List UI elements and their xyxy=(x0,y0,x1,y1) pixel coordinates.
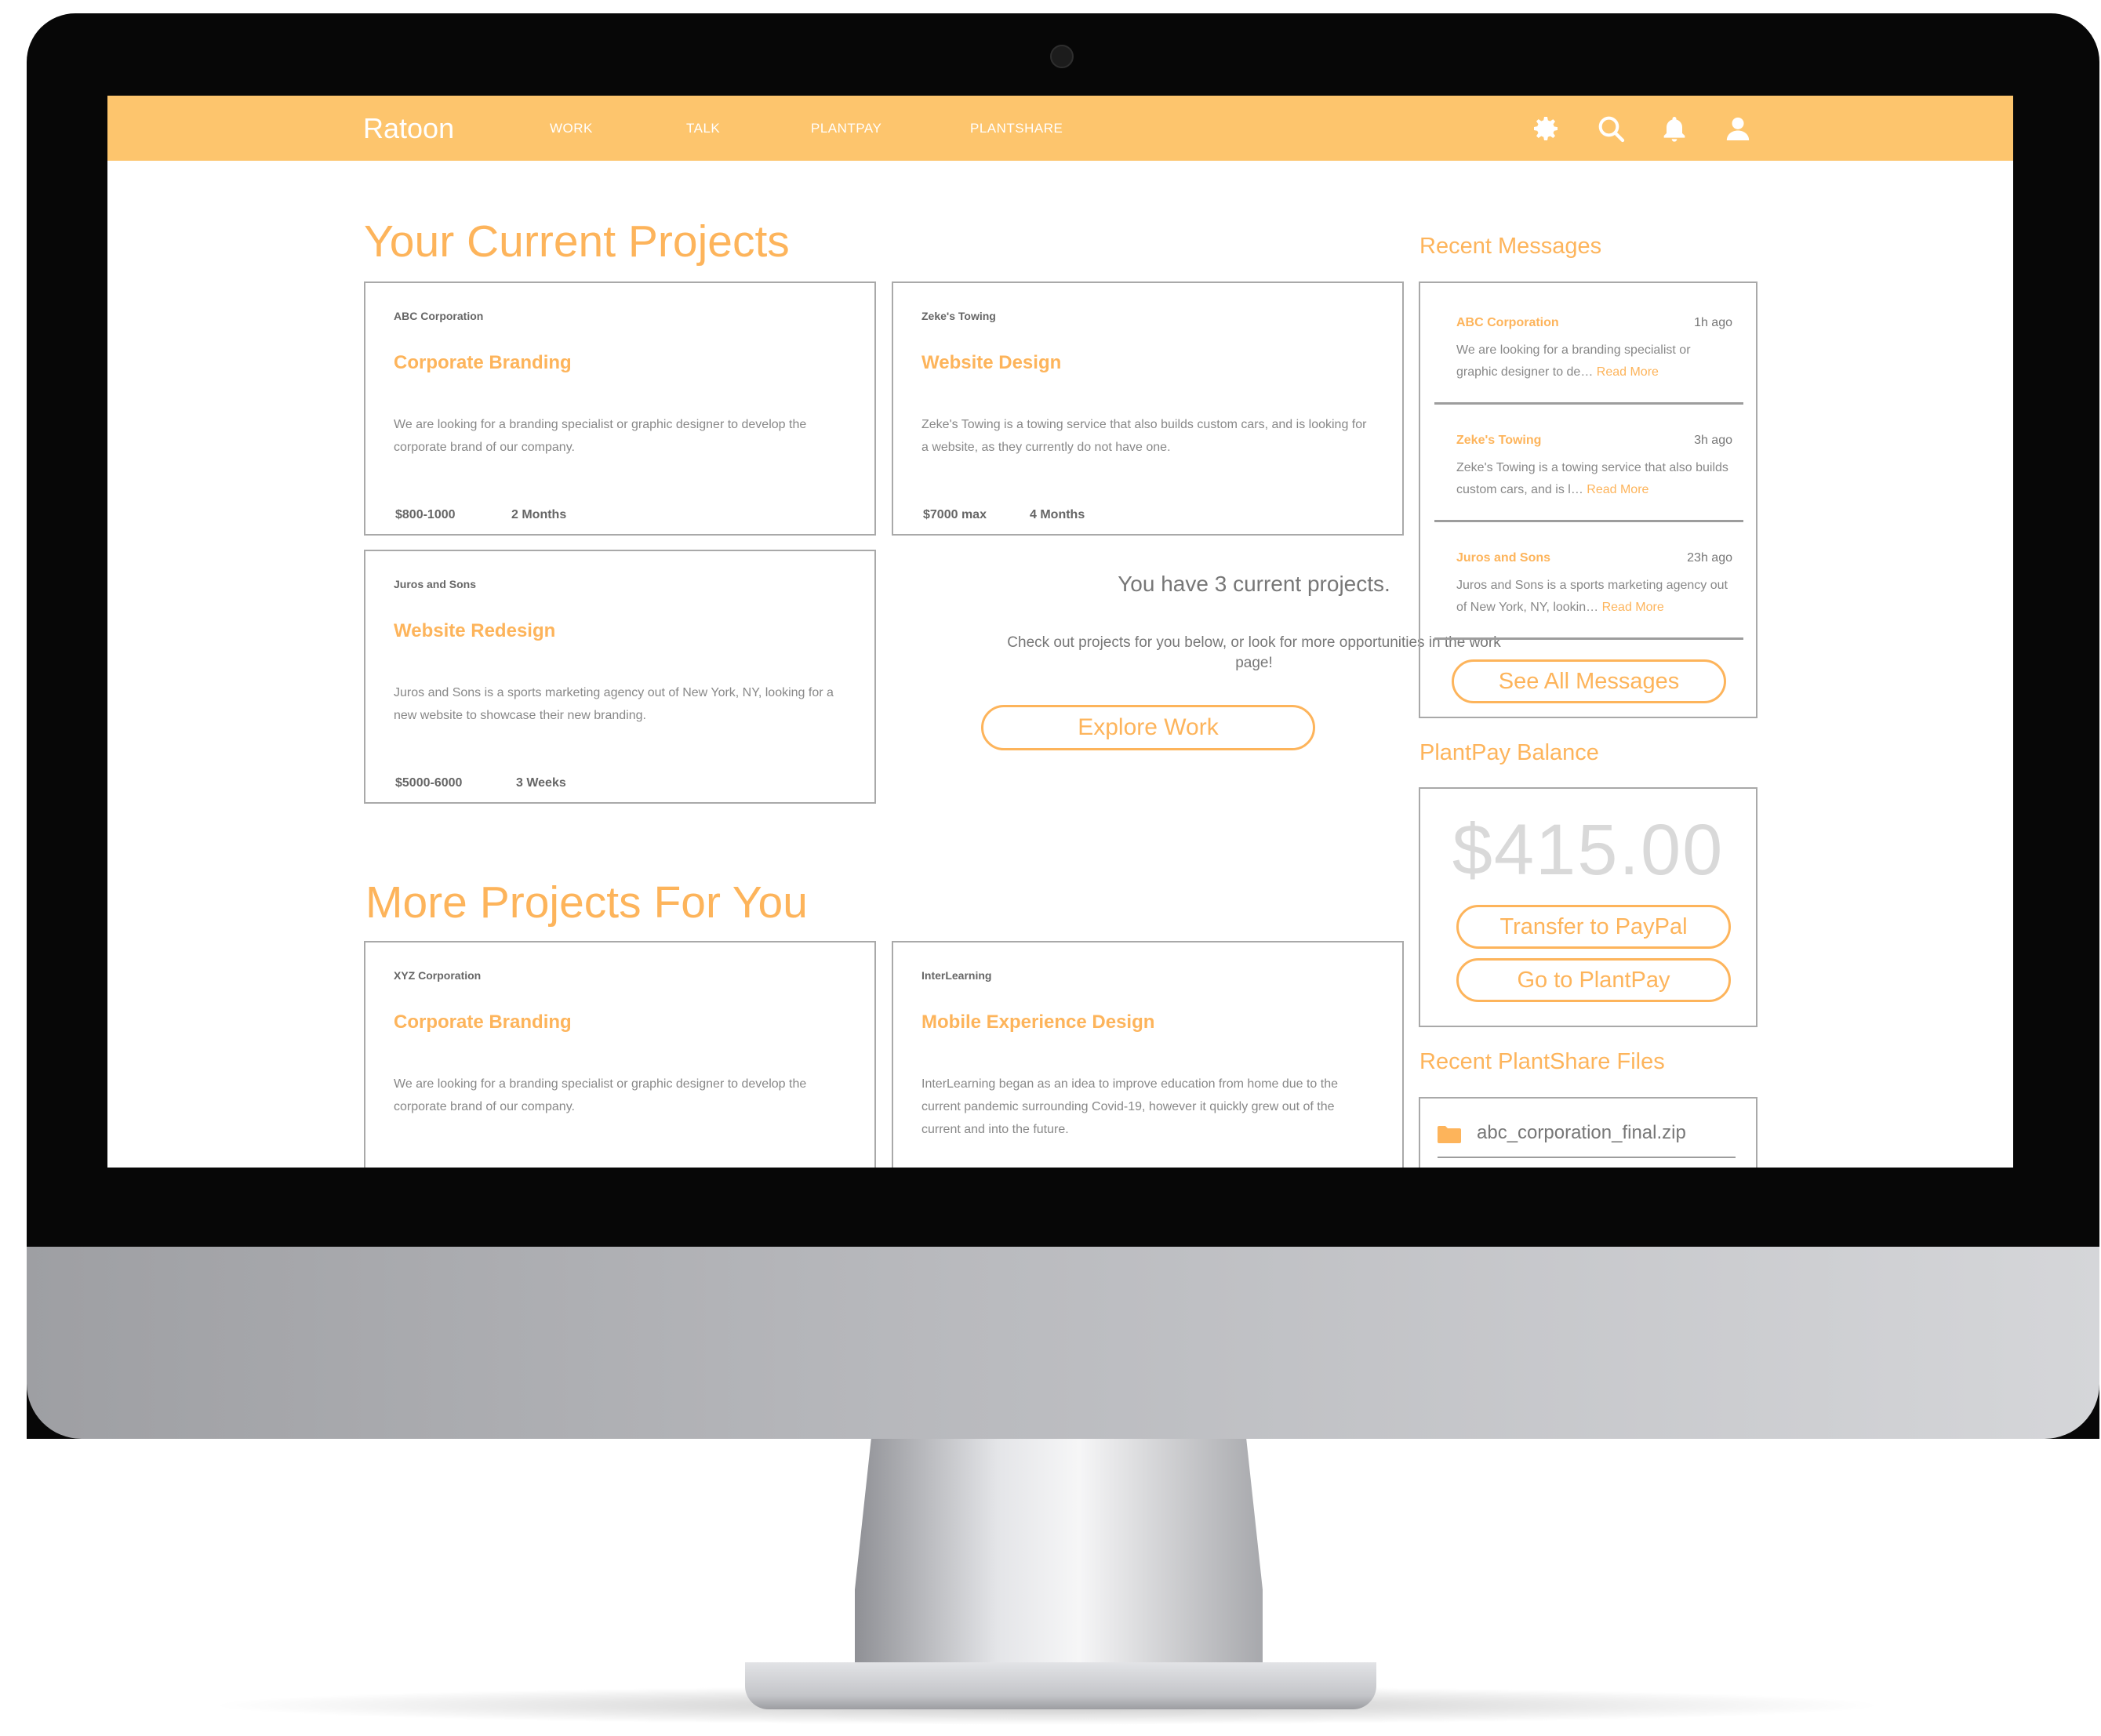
project-description: We are looking for a branding specialist… xyxy=(394,1077,807,1113)
search-icon[interactable] xyxy=(1595,113,1627,144)
top-nav-bar: Ratoon WORK TALK PLANTPAY PLANTSHARE xyxy=(107,96,2013,161)
brand-logo[interactable]: Ratoon xyxy=(363,111,454,146)
project-description: We are looking for a branding specialist… xyxy=(394,418,807,454)
explore-work-button[interactable]: Explore Work xyxy=(981,705,1315,750)
user-icon[interactable] xyxy=(1722,113,1754,144)
nav-plantpay[interactable]: PLANTPAY xyxy=(811,120,881,137)
balance-amount: $415.00 xyxy=(1452,810,1725,890)
monitor-foot xyxy=(745,1662,1376,1709)
project-description: Juros and Sons is a sports marketing age… xyxy=(394,686,834,722)
read-more-link[interactable]: Read More xyxy=(1597,365,1659,379)
nav-talk[interactable]: TALK xyxy=(686,120,720,137)
plantpay-panel: $415.00 Transfer to PayPal Go to PlantPa… xyxy=(1419,787,1757,1027)
project-description: InterLearning began as an idea to improv… xyxy=(921,1077,1339,1136)
folder-icon xyxy=(1438,1125,1461,1144)
project-duration: 2 Months xyxy=(511,508,567,521)
divider xyxy=(1434,520,1743,522)
message-item[interactable]: ABC Corporation 1h ago We are looking fo… xyxy=(1434,316,1743,406)
bell-icon[interactable] xyxy=(1659,113,1690,144)
recent-files-title: Recent PlantShare Files xyxy=(1419,1049,1665,1074)
camera-icon xyxy=(1050,45,1074,68)
project-title[interactable]: Corporate Branding xyxy=(394,352,572,374)
monitor-stand xyxy=(855,1439,1263,1682)
read-more-link[interactable]: Read More xyxy=(1602,601,1664,614)
current-projects-title: Your Current Projects xyxy=(364,216,790,267)
recent-files-panel: abc_corporation_final.zip xyxy=(1419,1097,1757,1168)
project-budget: $800-1000 xyxy=(395,508,456,521)
recent-messages-title: Recent Messages xyxy=(1419,234,1602,259)
message-preview: Zeke's Towing is a towing service that a… xyxy=(1456,461,1728,496)
file-item[interactable]: abc_corporation_final.zip xyxy=(1438,1117,1736,1158)
see-all-messages-button[interactable]: See All Messages xyxy=(1452,659,1726,703)
project-company: ABC Corporation xyxy=(394,310,484,322)
file-name: abc_corporation_final.zip xyxy=(1477,1122,1686,1143)
project-company: InterLearning xyxy=(921,969,992,982)
message-time: 23h ago xyxy=(1687,551,1732,565)
read-more-link[interactable]: Read More xyxy=(1587,483,1648,496)
project-budget: $7000 max xyxy=(923,508,987,521)
project-company: Zeke's Towing xyxy=(921,310,996,322)
transfer-to-paypal-button[interactable]: Transfer to PayPal xyxy=(1456,905,1731,949)
message-sender: Juros and Sons xyxy=(1456,551,1551,565)
go-to-plantpay-button[interactable]: Go to PlantPay xyxy=(1456,958,1731,1002)
monitor-chin xyxy=(27,1247,2099,1439)
project-description: Zeke's Towing is a towing service that a… xyxy=(921,418,1367,454)
project-card[interactable]: ABC Corporation Corporate Branding We ar… xyxy=(364,281,876,536)
project-duration: 3 Weeks xyxy=(516,776,566,790)
message-time: 3h ago xyxy=(1694,434,1732,447)
plantpay-balance-title: PlantPay Balance xyxy=(1419,740,1599,765)
nav-plantshare[interactable]: PLANTSHARE xyxy=(970,120,1063,137)
project-card[interactable]: Zeke's Towing Website Design Zeke's Towi… xyxy=(892,281,1404,536)
message-preview: Juros and Sons is a sports marketing age… xyxy=(1456,579,1728,614)
nav-work[interactable]: WORK xyxy=(550,120,593,137)
project-title[interactable]: Website Redesign xyxy=(394,620,555,642)
project-card[interactable]: XYZ Corporation Corporate Branding We ar… xyxy=(364,941,876,1168)
message-sender: ABC Corporation xyxy=(1456,316,1559,329)
message-sender: Zeke's Towing xyxy=(1456,434,1542,447)
message-item[interactable]: Juros and Sons 23h ago Juros and Sons is… xyxy=(1434,551,1743,641)
divider xyxy=(1434,402,1743,405)
more-projects-title: More Projects For You xyxy=(365,877,808,928)
project-budget: $5000-6000 xyxy=(395,776,463,790)
project-company: Juros and Sons xyxy=(394,578,477,590)
project-card[interactable]: Juros and Sons Website Redesign Juros an… xyxy=(364,550,876,804)
project-title[interactable]: Corporate Branding xyxy=(394,1011,572,1033)
message-item[interactable]: Zeke's Towing 3h ago Zeke's Towing is a … xyxy=(1434,434,1743,524)
divider xyxy=(1434,637,1743,640)
project-title[interactable]: Website Design xyxy=(921,352,1061,374)
gear-icon[interactable] xyxy=(1530,113,1561,144)
project-duration: 4 Months xyxy=(1030,508,1085,521)
message-preview: We are looking for a branding specialist… xyxy=(1456,343,1691,379)
message-time: 1h ago xyxy=(1694,316,1732,329)
project-company: XYZ Corporation xyxy=(394,969,482,982)
screen: Ratoon WORK TALK PLANTPAY PLANTSHARE You… xyxy=(107,96,2013,1168)
project-title[interactable]: Mobile Experience Design xyxy=(921,1011,1154,1033)
project-card[interactable]: InterLearning Mobile Experience Design I… xyxy=(892,941,1404,1168)
recent-messages-panel: ABC Corporation 1h ago We are looking fo… xyxy=(1419,281,1757,718)
